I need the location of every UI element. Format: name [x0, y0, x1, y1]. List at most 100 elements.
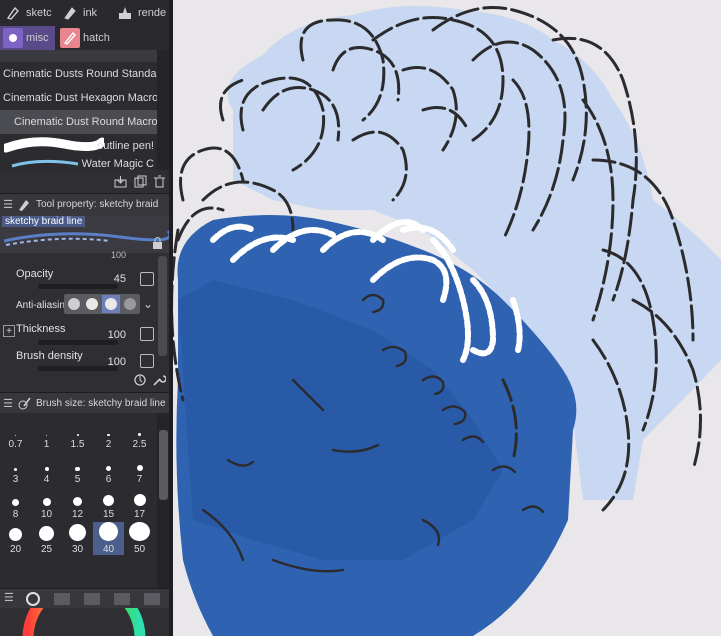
tool-property-header: ☰ Tool property: sketchy braid: [0, 193, 171, 215]
brush-size-option[interactable]: 20: [0, 522, 31, 555]
brush-size-option[interactable]: 7: [124, 452, 155, 485]
trash-icon[interactable]: [151, 173, 167, 189]
tab-misc[interactable]: misc: [0, 26, 55, 50]
brush-size-option[interactable]: 2.5: [124, 417, 155, 450]
brush-size-option[interactable]: 50: [124, 522, 155, 555]
brush-size-label: 15: [102, 509, 115, 520]
lock-icon[interactable]: [149, 235, 165, 251]
brush-size-dot: [9, 528, 22, 541]
tab-render[interactable]: rende: [112, 1, 171, 25]
brush-size-label: 1: [43, 439, 50, 450]
tab-misc-label: misc: [26, 32, 49, 44]
brush-size-dot: [69, 524, 86, 541]
tab-ink[interactable]: ink: [57, 1, 109, 25]
menu-icon[interactable]: ☰: [0, 397, 16, 410]
list-item[interactable]: Cinematic Dust Hexagon Macro: [0, 86, 157, 110]
opacity-label: Opacity: [16, 268, 54, 280]
brush-size-option[interactable]: 25: [31, 522, 62, 555]
chevron-down-icon[interactable]: ⌄: [140, 296, 156, 312]
brush-size-label: 30: [71, 544, 84, 555]
brush-size-option[interactable]: 2: [93, 417, 124, 450]
brush-density-slider[interactable]: [38, 366, 118, 371]
brush-name: outline pen!: [97, 140, 154, 152]
brush-size-option[interactable]: 1.5: [62, 417, 93, 450]
brush-size-label: 10: [40, 509, 53, 520]
brush-size-option[interactable]: 40: [93, 522, 124, 555]
approximate-color-tab-icon[interactable]: [114, 593, 130, 605]
list-item[interactable]: Cinematic Dusts Round Standa: [0, 62, 157, 86]
brush-size-label: 7: [136, 474, 143, 485]
brush-size-dot: [136, 465, 143, 471]
color-wheel[interactable]: [0, 608, 171, 636]
antialiasing-selector[interactable]: [64, 294, 140, 314]
misc-icon: [3, 28, 23, 48]
brush-size-label: 12: [71, 509, 84, 520]
menu-icon[interactable]: ☰: [0, 198, 16, 211]
brush-size-option[interactable]: 8: [0, 487, 31, 520]
brush-size-label: 3: [12, 474, 19, 485]
color-history-tab-icon[interactable]: [144, 593, 160, 605]
brush-size-option[interactable]: 6: [93, 452, 124, 485]
pen-icon: [60, 3, 80, 23]
brush-size-label: 20: [9, 544, 22, 555]
wrench-icon[interactable]: [151, 372, 167, 388]
brush-size-dot: [45, 434, 48, 436]
tab-sketch-label: sketc: [26, 7, 52, 19]
import-icon[interactable]: [112, 173, 128, 189]
list-item[interactable]: outline pen!: [0, 134, 157, 158]
tab-ink-label: ink: [83, 7, 98, 19]
brush-size-dot: [99, 522, 118, 541]
brush-size-option[interactable]: 5: [62, 452, 93, 485]
drawing-canvas[interactable]: [173, 0, 721, 636]
list-item-selected[interactable]: Cinematic Dust Round Macro: [0, 110, 157, 134]
reset-icon[interactable]: [132, 372, 148, 388]
partial-value: 100: [110, 250, 126, 260]
brush-size-dot: [107, 433, 110, 436]
brush-size-option[interactable]: 3: [0, 452, 31, 485]
brush-icon: [115, 3, 135, 23]
menu-icon[interactable]: ☰: [4, 591, 14, 604]
thickness-linkage-button[interactable]: [140, 327, 154, 341]
tab-hatch[interactable]: hatch: [57, 26, 113, 50]
list-item[interactable]: Water Magic C: [0, 158, 157, 170]
color-set-tab-icon[interactable]: [54, 593, 70, 605]
opacity-slider[interactable]: [38, 284, 118, 289]
brush-size-icon: [16, 396, 32, 412]
artwork[interactable]: [173, 0, 721, 636]
brush-size-scroll-thumb[interactable]: [159, 430, 168, 500]
palette-tab-bar: ☰: [0, 588, 171, 608]
brush-size-option[interactable]: 17: [124, 487, 155, 520]
duplicate-icon[interactable]: [132, 173, 148, 189]
tab-sketch[interactable]: sketc: [0, 1, 55, 25]
stroke-preview-icon: [11, 159, 79, 168]
brush-size-label: 4: [43, 474, 50, 485]
brush-size-dot: [39, 526, 54, 541]
brush-size-dot: [138, 433, 141, 436]
property-scrollbar[interactable]: [158, 256, 167, 356]
brush-size-label: 2: [105, 439, 112, 450]
brush-size-dot: [76, 434, 79, 436]
brush-size-option[interactable]: 12: [62, 487, 93, 520]
brush-size-option[interactable]: 30: [62, 522, 93, 555]
thickness-slider[interactable]: [38, 340, 118, 345]
brush-size-label: 2.5: [132, 439, 147, 450]
list-item[interactable]: [0, 50, 157, 62]
brush-size-label: 50: [133, 544, 146, 555]
brush-size-dot: [106, 466, 111, 471]
brush-size-option[interactable]: 15: [93, 487, 124, 520]
brush-size-option[interactable]: 4: [31, 452, 62, 485]
brush-size-dot: [129, 522, 150, 541]
intermediate-color-tab-icon[interactable]: [84, 593, 100, 605]
hatch-icon: [60, 28, 80, 48]
antialiasing-label: Anti-aliasing: [16, 300, 71, 311]
color-wheel-tab-icon[interactable]: [26, 592, 40, 606]
expand-icon[interactable]: +: [3, 325, 15, 337]
brush-size-label: 5: [74, 474, 81, 485]
brush-size-option[interactable]: 0.7: [0, 417, 31, 450]
opacity-linkage-button[interactable]: [140, 272, 154, 286]
brush-density-linkage-button[interactable]: [140, 354, 154, 368]
brush-size-option[interactable]: 1: [31, 417, 62, 450]
brush-size-option[interactable]: 10: [31, 487, 62, 520]
brush-size-header: ☰ Brush size: sketchy braid line: [0, 392, 171, 414]
brush-size-label: 0.7: [8, 439, 23, 450]
